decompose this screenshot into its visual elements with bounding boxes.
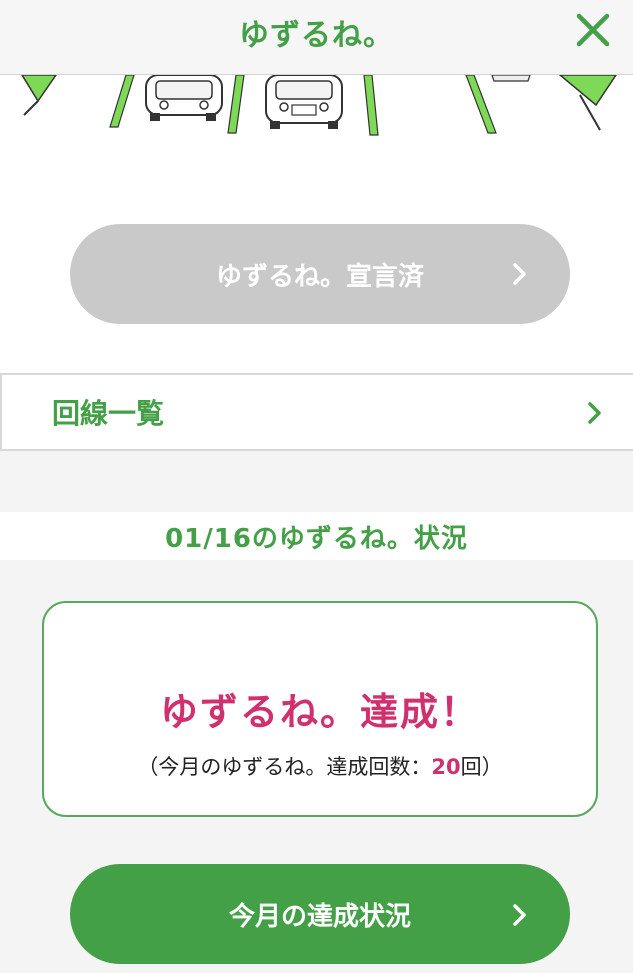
- parking-illustration: [0, 75, 633, 140]
- chevron-right-icon: [513, 904, 526, 926]
- status-heading: 01/16のゆずるね。状況: [165, 523, 468, 554]
- line-list-label: 回線一覧: [52, 397, 165, 430]
- chevron-right-icon: [513, 263, 526, 285]
- chevron-right-icon: [588, 402, 601, 424]
- achievement-count: 20: [431, 755, 461, 779]
- page-title: ゆずるね。: [239, 18, 394, 53]
- result-sub-suffix: 回）: [460, 755, 503, 779]
- declared-button[interactable]: ゆずるね。宣言済: [70, 224, 570, 324]
- result-sub-prefix: （今月のゆずるね。達成回数：: [137, 755, 432, 779]
- result-subtitle: （今月のゆずるね。達成回数：20回）: [44, 751, 596, 781]
- monthly-status-label: 今月の達成状況: [228, 901, 411, 932]
- close-icon[interactable]: [571, 8, 615, 52]
- app-header: ゆずるね。: [0, 0, 633, 75]
- line-list-row[interactable]: 回線一覧: [0, 373, 633, 451]
- status-heading-band: 01/16のゆずるね。状況: [0, 512, 633, 560]
- monthly-status-button[interactable]: 今月の達成状況: [70, 864, 570, 964]
- result-title: ゆずるね。達成！: [159, 690, 480, 734]
- declared-button-label: ゆずるね。宣言済: [215, 261, 424, 292]
- parking-lot-image: [21, 75, 617, 136]
- result-card: ゆずるね。達成！ （今月のゆずるね。達成回数：20回）: [42, 601, 598, 817]
